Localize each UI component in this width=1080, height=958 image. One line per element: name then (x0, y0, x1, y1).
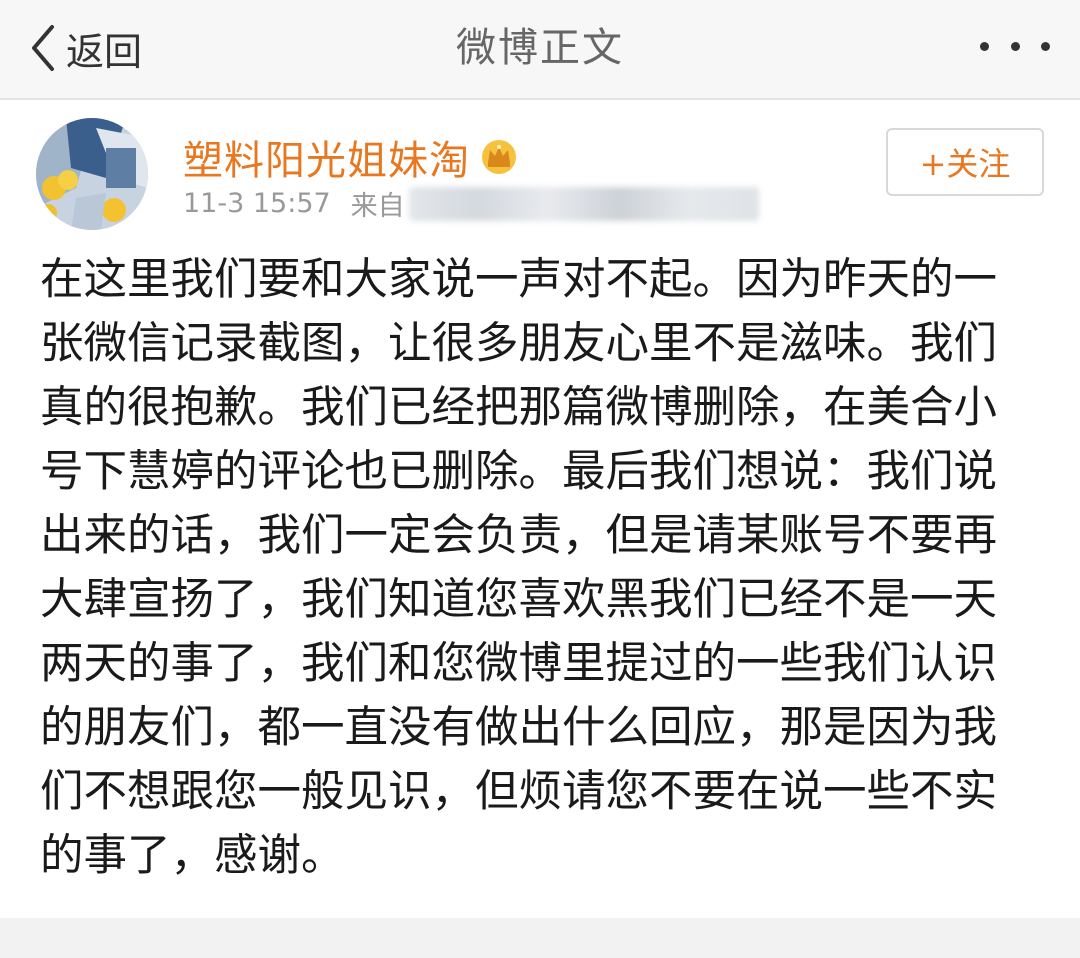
more-dots-icon[interactable] (980, 28, 1050, 64)
avatar[interactable] (36, 118, 148, 230)
username-row: 塑料阳光姐妹淘 (183, 128, 518, 186)
post-time: 11-3 15:57 (183, 188, 331, 219)
avatar-image (36, 118, 148, 230)
follow-button[interactable]: +关注 (886, 128, 1044, 196)
page-title: 微博正文 (456, 25, 624, 71)
post-card: 塑料阳光姐妹淘 11-3 15:57 来自 +关注 在这里我们要和大家说一声对不… (0, 100, 1080, 918)
post-text: 在这里我们要和大家说一声对不起。因为昨天的一张微信记录截图，让很多朋友心里不是滋… (40, 255, 997, 881)
username[interactable]: 塑料阳光姐妹淘 (183, 128, 470, 186)
post-meta: 11-3 15:57 来自 (183, 184, 759, 223)
top-navigation-bar: 返回 微博正文 (0, 0, 1080, 100)
crown-icon (482, 140, 516, 174)
post-source-prefix: 来自 (350, 191, 405, 222)
blurred-source (408, 186, 759, 221)
